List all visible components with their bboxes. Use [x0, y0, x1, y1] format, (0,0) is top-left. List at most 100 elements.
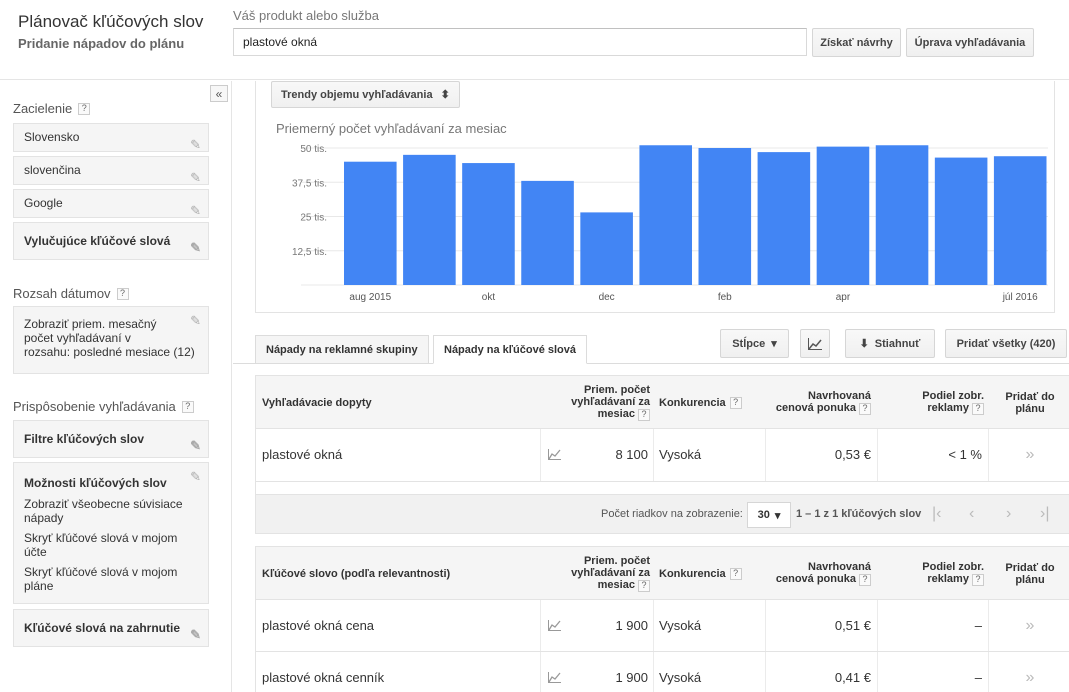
table-header: Vyhľadávacie dopyty Priem. počet vyhľadá…: [256, 376, 1069, 429]
help-icon[interactable]: ?: [729, 567, 742, 580]
date-range-label: Rozsah dátumov: [13, 286, 111, 301]
keyword-option-line: nápady: [24, 511, 64, 525]
targeting-language-label: slovenčina: [24, 163, 81, 177]
sort-arrows-icon: ⬍: [440, 89, 450, 101]
add-to-plan-icon[interactable]: »: [994, 600, 1066, 651]
col-search-terms[interactable]: Vyhľadávacie dopyty: [262, 376, 542, 429]
y-tick-label: 12,5 tis.: [292, 247, 327, 258]
targeting-location[interactable]: Slovensko ✎: [13, 123, 209, 152]
keyword-options[interactable]: Možnosti kľúčových slov Zobraziť všeobec…: [13, 462, 209, 604]
pencil-icon[interactable]: ✎: [190, 617, 201, 653]
last-page-icon[interactable]: ›|: [1040, 504, 1049, 524]
columns-button[interactable]: Stĺpce ▾: [720, 329, 789, 358]
add-to-plan-icon[interactable]: »: [994, 429, 1066, 480]
rows-per-page-select[interactable]: 30 ▾: [747, 502, 791, 528]
keyword-filters[interactable]: Filtre kľúčových slov ✎: [13, 420, 209, 458]
col-avg-searches[interactable]: Priem. počet vyhľadávaní za mesiac ?: [546, 376, 650, 429]
chart-bar[interactable]: [403, 154, 456, 285]
pencil-icon[interactable]: ✎: [190, 470, 201, 484]
table-row: plastové okná cenník 1 900 Vysoká 0,41 €…: [256, 652, 1069, 692]
collapse-sidebar-icon[interactable]: «: [210, 85, 228, 102]
tab-keyword-ideas[interactable]: Nápady na kľúčové slová: [433, 335, 588, 364]
download-label: Stiahnuť: [874, 337, 921, 350]
pagination-range: 1 – 1 z 1 kľúčových slov: [796, 508, 922, 520]
help-icon[interactable]: ?: [972, 573, 984, 586]
chart-bar[interactable]: [757, 152, 811, 285]
chart-bar[interactable]: [344, 161, 397, 285]
competition-value: Vysoká: [659, 618, 702, 633]
keyword-text: plastové okná: [262, 447, 343, 462]
keyword-option-line: pláne: [24, 579, 54, 593]
help-icon[interactable]: ?: [729, 396, 742, 409]
col-competition[interactable]: Konkurencia ?: [659, 376, 767, 429]
previous-page-icon[interactable]: ‹: [969, 504, 974, 524]
col-share-line: reklamy ?: [927, 402, 984, 415]
help-icon[interactable]: ?: [859, 573, 871, 586]
targeting-title: Zacielenie ?: [13, 101, 91, 116]
chart-bar[interactable]: [698, 148, 752, 285]
help-icon[interactable]: ?: [78, 102, 91, 115]
col-add-to-plan: Pridať do plánu: [994, 376, 1066, 429]
add-to-plan-icon[interactable]: »: [994, 652, 1066, 692]
help-icon[interactable]: ?: [638, 408, 650, 421]
col-add-line: Pridať do: [1005, 390, 1055, 403]
chart-bar[interactable]: [934, 157, 988, 285]
chart-bar[interactable]: [639, 145, 693, 285]
chart-bar[interactable]: [462, 163, 515, 285]
product-search-input[interactable]: [233, 28, 807, 56]
chart-bar[interactable]: [816, 146, 870, 285]
chevron-down-icon: ▾: [771, 338, 777, 350]
col-suggested-bid[interactable]: Navrhovaná cenová ponuka ?: [768, 376, 871, 429]
x-tick-label: júl 2016: [1002, 292, 1038, 303]
chart-bar[interactable]: [993, 156, 1047, 285]
help-icon[interactable]: ?: [972, 402, 984, 415]
trend-icon[interactable]: [548, 652, 564, 692]
x-tick-label: dec: [599, 292, 615, 303]
add-all-button[interactable]: Pridať všetky (420): [945, 329, 1067, 358]
trend-icon[interactable]: [548, 429, 564, 480]
search-terms-table: Vyhľadávacie dopyty Priem. počet vyhľadá…: [255, 375, 1069, 495]
col-avg-searches-line: mesiac ?: [598, 579, 650, 592]
tab-ad-group-ideas[interactable]: Nápady na reklamné skupiny: [255, 335, 429, 364]
edit-search-button[interactable]: Úprava vyhľadávania: [906, 28, 1034, 57]
help-icon[interactable]: ?: [638, 579, 650, 592]
pencil-icon[interactable]: ✎: [190, 197, 201, 224]
x-tick-label: apr: [836, 292, 851, 303]
keyword-filters-label: Filtre kľúčových slov: [24, 432, 144, 446]
pencil-icon[interactable]: ✎: [190, 164, 201, 191]
pencil-icon[interactable]: ✎: [190, 131, 201, 158]
col-avg-searches-line: mesiac ?: [598, 408, 650, 421]
col-bid-line: Navrhovaná: [808, 561, 871, 574]
main-content: Trendy objemu vyhľadávania ⬍ Priemerný p…: [233, 81, 1069, 692]
col-add-line: plánu: [1015, 402, 1045, 415]
trend-icon[interactable]: [548, 600, 564, 651]
pencil-icon[interactable]: ✎: [190, 428, 201, 464]
help-icon[interactable]: ?: [181, 400, 194, 413]
chart-bar[interactable]: [521, 180, 574, 285]
col-competition[interactable]: Konkurencia ?: [659, 547, 767, 600]
trend-select-dropdown[interactable]: Trendy objemu vyhľadávania ⬍: [271, 81, 460, 108]
first-page-icon[interactable]: |‹: [932, 504, 941, 524]
col-impression-share[interactable]: Podiel zobr. reklamy ?: [876, 376, 984, 429]
chart-bar[interactable]: [580, 212, 633, 285]
chart-toggle-button[interactable]: [800, 329, 830, 358]
pencil-icon[interactable]: ✎: [190, 314, 201, 328]
keywords-to-include[interactable]: Kľúčové slová na zahrnutie ✎: [13, 609, 209, 647]
col-suggested-bid[interactable]: Navrhovaná cenová ponuka ?: [768, 547, 871, 600]
col-impression-share[interactable]: Podiel zobr. reklamy ?: [876, 547, 984, 600]
pencil-icon[interactable]: ✎: [190, 230, 201, 266]
col-competition-label: Konkurencia: [659, 567, 726, 580]
targeting-network[interactable]: Google ✎: [13, 189, 209, 218]
help-icon[interactable]: ?: [859, 402, 871, 415]
get-ideas-button[interactable]: Získať návrhy: [812, 28, 901, 57]
col-avg-searches[interactable]: Priem. počet vyhľadávaní za mesiac ?: [546, 547, 650, 600]
next-page-icon[interactable]: ›: [1006, 504, 1011, 524]
chart-bar[interactable]: [875, 145, 929, 285]
targeting-language[interactable]: slovenčina ✎: [13, 156, 209, 185]
help-icon[interactable]: ?: [116, 287, 129, 300]
date-range-setting[interactable]: Zobraziť priem. mesačný počet vyhľadávan…: [13, 306, 209, 374]
col-keyword[interactable]: Kľúčové slovo (podľa relevantnosti): [262, 547, 542, 600]
negative-keywords[interactable]: Vylučujúce kľúčové slová ✎: [13, 222, 209, 260]
download-button[interactable]: ⬇ Stiahnuť: [845, 329, 935, 358]
col-add-line: plánu: [1015, 573, 1045, 586]
